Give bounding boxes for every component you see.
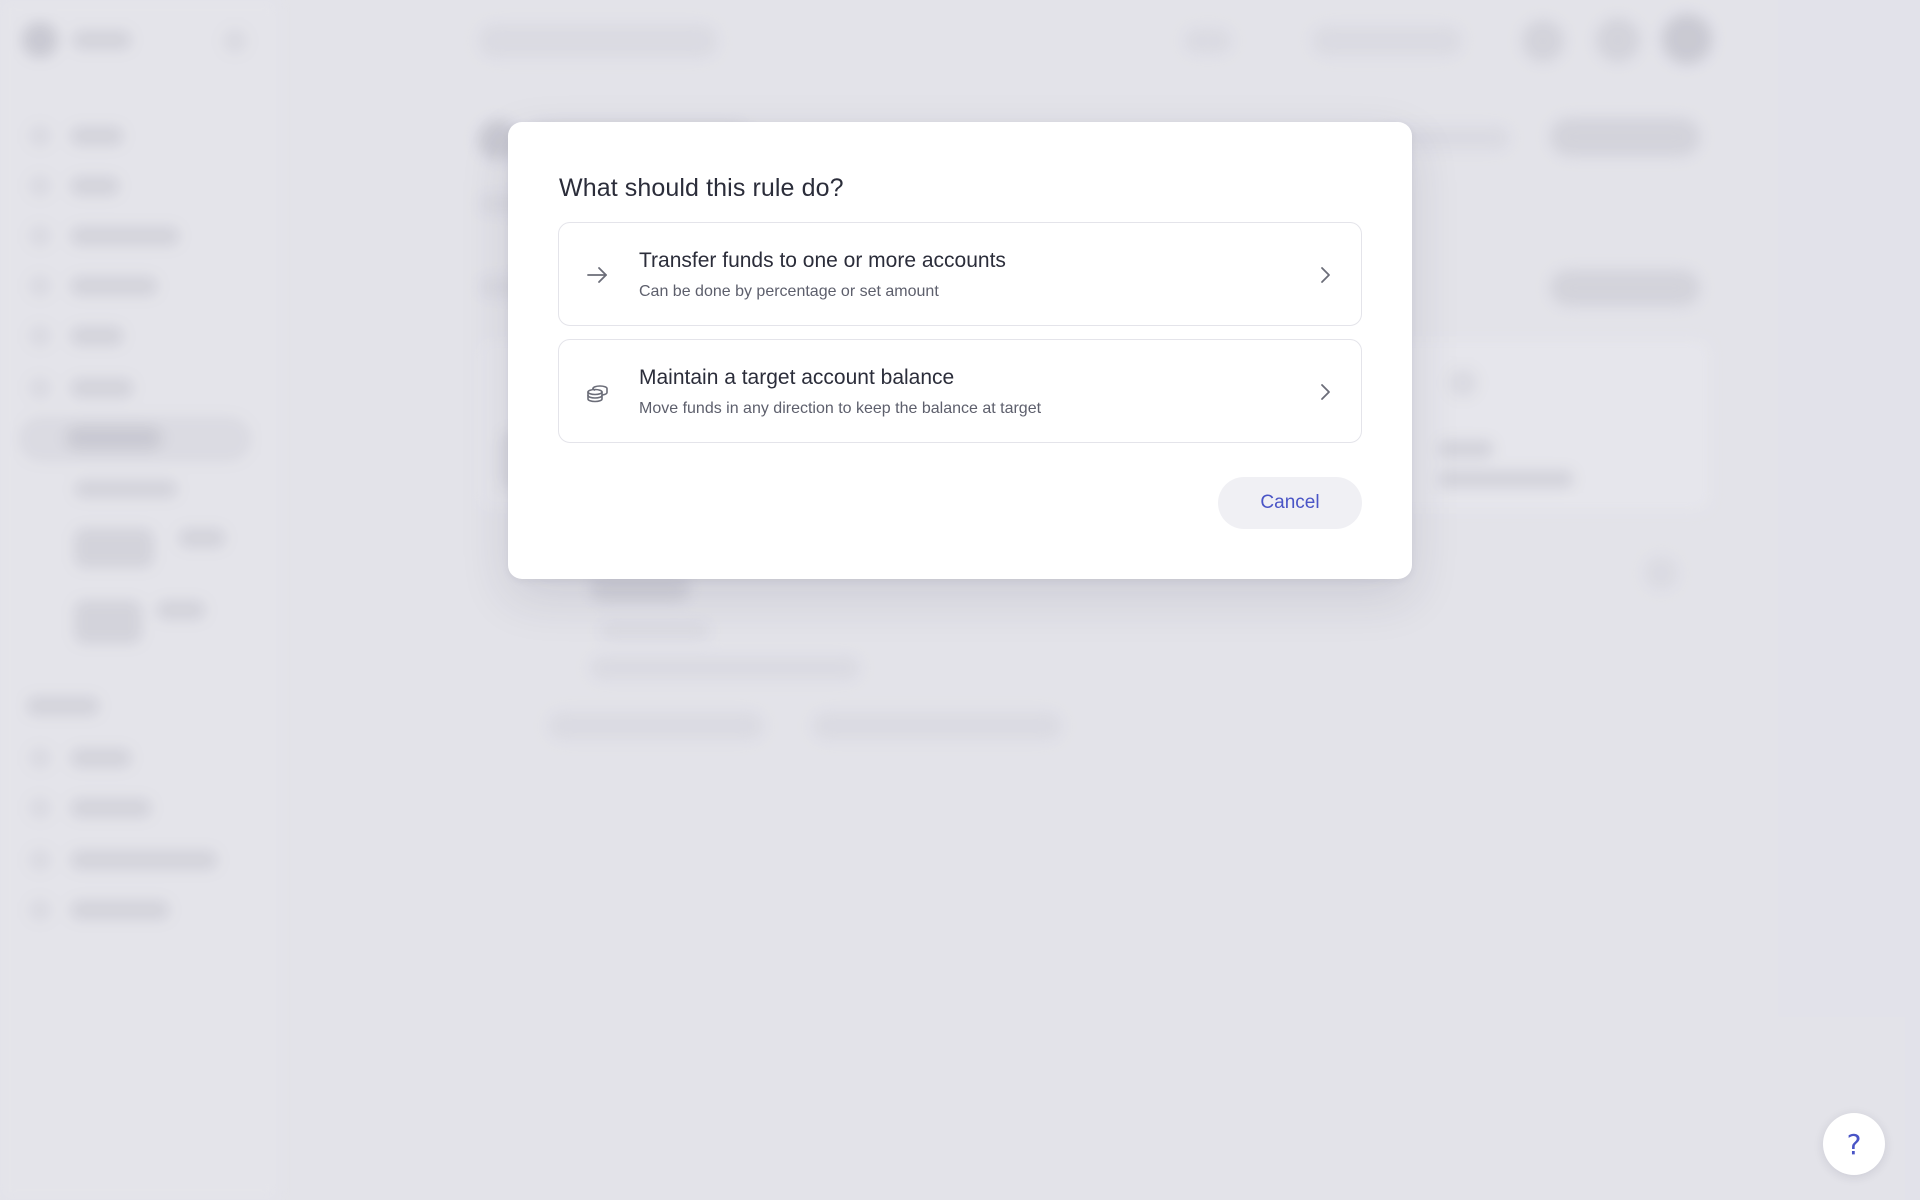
coins-stack-icon xyxy=(585,380,609,404)
option-subtitle: Can be done by percentage or set amount xyxy=(639,283,939,300)
help-icon: ? xyxy=(1846,1127,1862,1161)
option-transfer-funds[interactable]: Transfer funds to one or more accounts C… xyxy=(558,222,1362,326)
option-subtitle: Move funds in any direction to keep the … xyxy=(639,400,1042,417)
cancel-button[interactable]: Cancel xyxy=(1218,477,1362,529)
chevron-right-icon xyxy=(1315,263,1335,287)
chevron-right-icon xyxy=(1315,380,1335,404)
option-title: Maintain a target account balance xyxy=(639,366,955,389)
help-button[interactable]: ? xyxy=(1823,1113,1885,1175)
option-maintain-balance[interactable]: Maintain a target account balance Move f… xyxy=(558,339,1362,443)
dialog-title: What should this rule do? xyxy=(559,174,844,202)
rule-type-dialog: What should this rule do? Transfer funds… xyxy=(508,122,1412,579)
arrow-right-icon xyxy=(585,263,609,287)
option-title: Transfer funds to one or more accounts xyxy=(639,249,1006,272)
